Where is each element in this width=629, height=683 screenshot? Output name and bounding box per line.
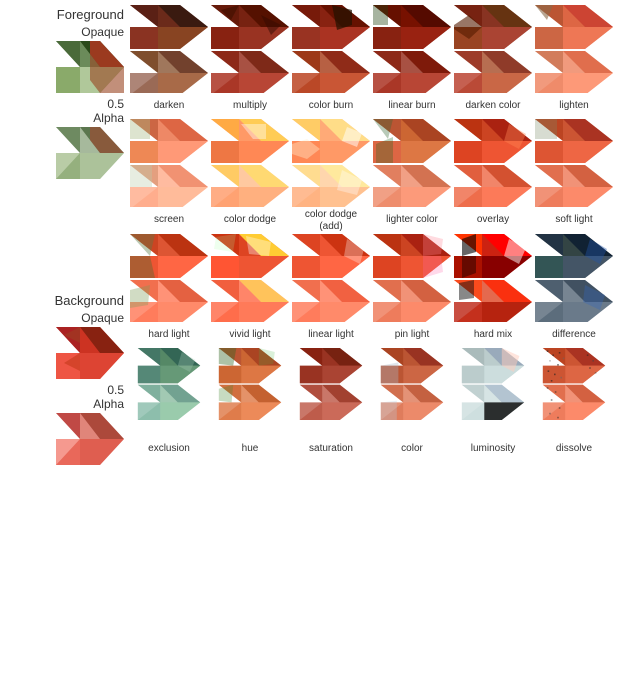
blend-cell-hue: hue bbox=[211, 348, 289, 460]
label-linearburn: linear burn bbox=[388, 95, 435, 117]
blend-cell-overlay: overlay bbox=[454, 119, 532, 232]
blend-row-4: exclusion bbox=[130, 348, 627, 460]
blend-img-darkencolor bbox=[454, 5, 532, 93]
label-hardmix: hard mix bbox=[474, 324, 512, 346]
blend-cell-linearlight: linear light bbox=[292, 234, 370, 346]
blend-img-multiply bbox=[211, 5, 289, 93]
blend-img-colordodge bbox=[211, 119, 289, 207]
label-color: color bbox=[401, 438, 423, 460]
label-spacer-1 bbox=[2, 179, 124, 201]
foreground-label: Foreground bbox=[57, 7, 124, 22]
bg-alpha-chevron bbox=[56, 413, 124, 465]
label-hue: hue bbox=[242, 438, 259, 460]
blend-cell-colordodgeadd: color dodge(add) bbox=[292, 119, 370, 232]
label-difference: difference bbox=[552, 324, 596, 346]
bg-opaque-chevron bbox=[56, 327, 124, 379]
blend-cell-colorburn: color burn bbox=[292, 5, 370, 117]
label-lighten: lighten bbox=[559, 95, 588, 117]
blend-cell-hardmix: hard mix bbox=[454, 234, 532, 346]
opaque-label-2: Opaque bbox=[81, 311, 124, 325]
row2-spacer bbox=[2, 201, 124, 291]
label-multiply: multiply bbox=[233, 95, 267, 117]
alpha-label-2: 0.5Alpha bbox=[93, 383, 124, 411]
blend-img-color bbox=[373, 348, 451, 436]
blend-cell-color: color bbox=[373, 348, 451, 460]
blend-cell-exclusion: exclusion bbox=[130, 348, 208, 460]
label-saturation: saturation bbox=[309, 438, 353, 460]
blend-img-luminosity bbox=[454, 348, 532, 436]
blend-cell-pinlight: pin light bbox=[373, 234, 451, 346]
side-panel: Foreground Opaque 0.5Alpha bbox=[2, 5, 130, 465]
label-overlay: overlay bbox=[477, 209, 509, 231]
blend-cell-screen: screen bbox=[130, 119, 208, 232]
label-darken: darken bbox=[154, 95, 185, 117]
blend-img-difference bbox=[535, 234, 613, 322]
blend-img-overlay bbox=[454, 119, 532, 207]
label-darkencolor: darken color bbox=[465, 95, 520, 117]
fg-opaque-chevron bbox=[56, 41, 124, 93]
blend-img-dissolve bbox=[535, 348, 613, 436]
label-exclusion: exclusion bbox=[148, 438, 190, 460]
blend-cell-difference: difference bbox=[535, 234, 613, 346]
blend-cell-lighten: lighten bbox=[535, 5, 613, 117]
fg-alpha-chevron bbox=[56, 127, 124, 179]
blend-img-linearburn bbox=[373, 5, 451, 93]
blend-cell-colordodge: color dodge bbox=[211, 119, 289, 232]
main-layout: Foreground Opaque 0.5Alpha bbox=[0, 0, 629, 470]
blend-cell-darken: darken bbox=[130, 5, 208, 117]
blend-grid: darken bbox=[130, 5, 627, 465]
blend-cell-vividlight: vivid light bbox=[211, 234, 289, 346]
blend-cell-dissolve: dissolve bbox=[535, 348, 613, 460]
blend-img-vividlight bbox=[211, 234, 289, 322]
label-screen: screen bbox=[154, 209, 184, 231]
blend-img-hue bbox=[211, 348, 289, 436]
blend-cell-darkencolor: darken color bbox=[454, 5, 532, 117]
label-colordodge: color dodge bbox=[224, 209, 276, 231]
label-vividlight: vivid light bbox=[229, 324, 270, 346]
blend-cell-saturation: saturation bbox=[292, 348, 370, 460]
blend-img-colordodgeadd bbox=[292, 119, 370, 207]
blend-img-saturation bbox=[292, 348, 370, 436]
blend-cell-softlight: soft light bbox=[535, 119, 613, 232]
blend-row-1: darken bbox=[130, 5, 627, 117]
blend-cell-linearburn: linear burn bbox=[373, 5, 451, 117]
label-lightercolor: lighter color bbox=[386, 209, 438, 231]
blend-img-pinlight bbox=[373, 234, 451, 322]
blend-img-softlight bbox=[535, 119, 613, 207]
alpha-label-1: 0.5Alpha bbox=[93, 97, 124, 125]
blend-img-hardmix bbox=[454, 234, 532, 322]
blend-img-darken bbox=[130, 5, 208, 93]
blend-img-screen bbox=[130, 119, 208, 207]
blend-cell-lightercolor: lighter color bbox=[373, 119, 451, 232]
label-dissolve: dissolve bbox=[556, 438, 592, 460]
blend-img-lighten bbox=[535, 5, 613, 93]
blend-cell-luminosity: luminosity bbox=[454, 348, 532, 460]
blend-cell-hardlight: hard light bbox=[130, 234, 208, 346]
blend-img-colorburn bbox=[292, 5, 370, 93]
blend-img-linearlight bbox=[292, 234, 370, 322]
label-linearlight: linear light bbox=[308, 324, 354, 346]
background-label: Background bbox=[55, 293, 124, 308]
blend-cell-multiply: multiply bbox=[211, 5, 289, 117]
label-colorburn: color burn bbox=[309, 95, 353, 117]
blend-row-2: screen bbox=[130, 119, 627, 232]
blend-img-exclusion bbox=[130, 348, 208, 436]
label-hardlight: hard light bbox=[148, 324, 189, 346]
label-pinlight: pin light bbox=[395, 324, 429, 346]
label-colordodgeadd: color dodge(add) bbox=[305, 209, 357, 232]
opaque-label-1: Opaque bbox=[81, 25, 124, 39]
blend-img-lightercolor bbox=[373, 119, 451, 207]
label-luminosity: luminosity bbox=[471, 438, 515, 460]
blend-row-3: hard light bbox=[130, 234, 627, 346]
label-softlight: soft light bbox=[555, 209, 592, 231]
blend-img-hardlight bbox=[130, 234, 208, 322]
